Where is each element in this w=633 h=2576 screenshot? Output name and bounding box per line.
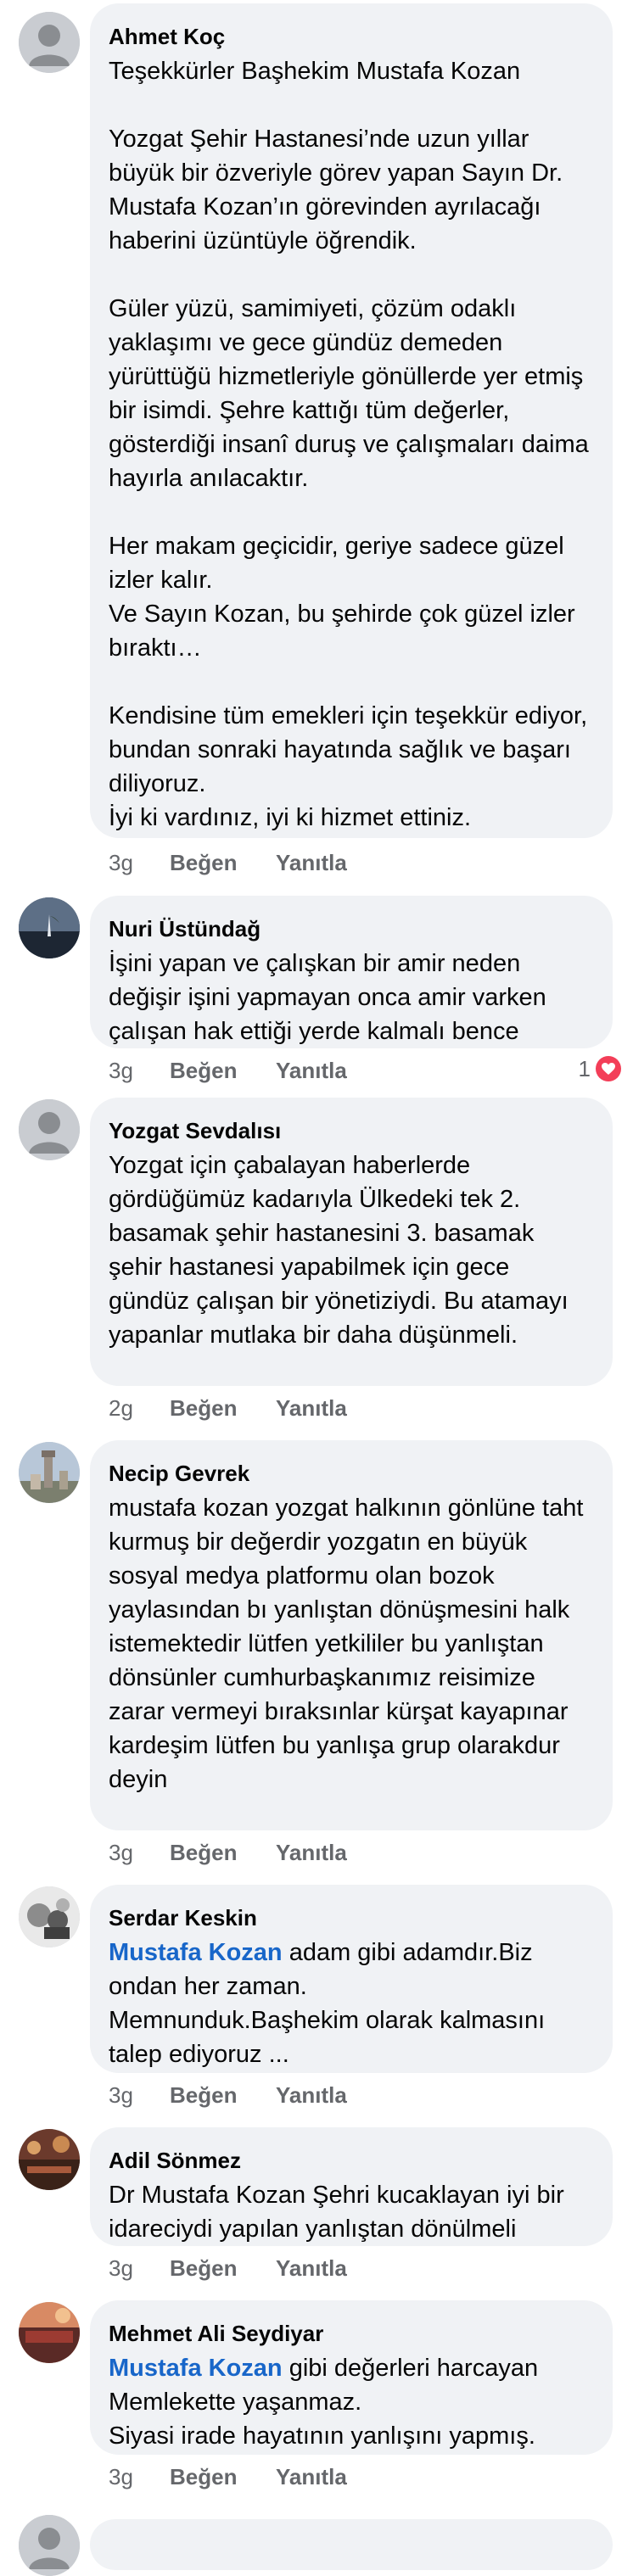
like-button[interactable]: Beğen — [170, 1838, 259, 1867]
comment-text: Yozgat için çabalayan haberlerde gördüğü… — [109, 1152, 575, 1349]
comment-time[interactable]: 3g — [109, 1838, 160, 1867]
comment-actions: 2g Beğen Yanıtla — [109, 1394, 347, 1422]
reply-button[interactable]: Yanıtla — [276, 1056, 347, 1085]
reply-button[interactable]: Yanıtla — [276, 1838, 347, 1867]
comment-text: Teşekkürler Başhekim Mustafa Kozan Yozga… — [109, 58, 589, 831]
like-button[interactable]: Beğen — [170, 848, 259, 877]
comment-bubble: Ahmet Koç Teşekkürler Başhekim Mustafa K… — [90, 3, 613, 838]
mention-link[interactable]: Mustafa Kozan — [109, 2355, 283, 2382]
comment-author[interactable]: Serdar Keskin — [109, 1903, 594, 1932]
reply-button[interactable]: Yanıtla — [276, 1394, 347, 1422]
comment-bubble: Serdar Keskin Mustafa Kozan adam gibi ad… — [90, 1885, 613, 2073]
comment-time[interactable]: 3g — [109, 2081, 160, 2109]
comment-text: İşini yapan ve çalışkan bir amir neden d… — [109, 950, 553, 1045]
comment-text: Mustafa Kozan adam gibi adamdır.Biz onda… — [109, 1936, 594, 2071]
comment-bubble: Adil Sönmez Dr Mustafa Kozan Şehri kucak… — [90, 2127, 613, 2246]
user-avatar[interactable] — [19, 897, 80, 958]
comment-bubble: Necip Gevrek mustafa kozan yozgat halkın… — [90, 1440, 613, 1830]
comment-author[interactable]: Necip Gevrek — [109, 1459, 594, 1488]
comment-author[interactable]: Adil Sönmez — [109, 2146, 594, 2175]
user-avatar[interactable] — [19, 2129, 80, 2190]
user-avatar[interactable] — [19, 1442, 80, 1503]
comment-author[interactable]: Ahmet Koç — [109, 22, 594, 51]
comment-author[interactable]: Nuri Üstündağ — [109, 914, 594, 943]
reaction-count-value: 1 — [578, 1056, 591, 1081]
comment-time[interactable]: 3g — [109, 848, 160, 877]
reply-button[interactable]: Yanıtla — [276, 2081, 347, 2109]
user-avatar[interactable] — [19, 1886, 80, 1947]
comment-actions: 3g Beğen Yanıtla — [109, 2081, 347, 2109]
default-avatar-icon[interactable] — [19, 12, 80, 73]
comment-author[interactable]: Yozgat Sevdalısı — [109, 1116, 594, 1145]
user-avatar[interactable] — [19, 2302, 80, 2363]
like-button[interactable]: Beğen — [170, 1394, 259, 1422]
like-button[interactable]: Beğen — [170, 2462, 259, 2491]
comment-bubble: Nuri Üstündağ İşini yapan ve çalışkan bi… — [90, 896, 613, 1048]
like-button[interactable]: Beğen — [170, 2081, 259, 2109]
like-button[interactable]: Beğen — [170, 2254, 259, 2283]
comment-time[interactable]: 3g — [109, 1056, 160, 1085]
like-button[interactable]: Beğen — [170, 1056, 259, 1085]
reply-button[interactable]: Yanıtla — [276, 2254, 347, 2283]
comment-bubble-partial — [90, 2519, 613, 2570]
default-avatar-icon[interactable] — [19, 2515, 80, 2576]
comment-time[interactable]: 2g — [109, 1394, 160, 1422]
comment-bubble: Mehmet Ali Seydiyar Mustafa Kozan gibi d… — [90, 2300, 613, 2455]
reply-button[interactable]: Yanıtla — [276, 848, 347, 877]
comment-actions: 3g Beğen Yanıtla — [109, 2462, 347, 2491]
comment-bubble: Yozgat Sevdalısı Yozgat için çabalayan h… — [90, 1098, 613, 1386]
comment-text: Mustafa Kozan gibi değerleri harcayan Me… — [109, 2351, 594, 2453]
comment-actions: 3g Beğen Yanıtla — [109, 1838, 347, 1867]
mention-link[interactable]: Mustafa Kozan — [109, 1939, 283, 1966]
reply-button[interactable]: Yanıtla — [276, 2462, 347, 2491]
comment-text: mustafa kozan yozgat halkının gönlüne ta… — [109, 1495, 591, 1793]
comment-actions: 3g Beğen Yanıtla — [109, 848, 347, 877]
comment-time[interactable]: 3g — [109, 2462, 160, 2491]
reaction-count[interactable]: 1 — [579, 1054, 621, 1083]
comment-actions: 3g Beğen Yanıtla — [109, 2254, 347, 2283]
comment-text: Dr Mustafa Kozan Şehri kucaklayan iyi bi… — [109, 2182, 571, 2243]
default-avatar-icon[interactable] — [19, 1099, 80, 1160]
heart-icon — [596, 1056, 621, 1081]
comment-time[interactable]: 3g — [109, 2254, 160, 2283]
comment-actions: 3g Beğen Yanıtla — [109, 1056, 347, 1085]
comment-author[interactable]: Mehmet Ali Seydiyar — [109, 2319, 594, 2348]
